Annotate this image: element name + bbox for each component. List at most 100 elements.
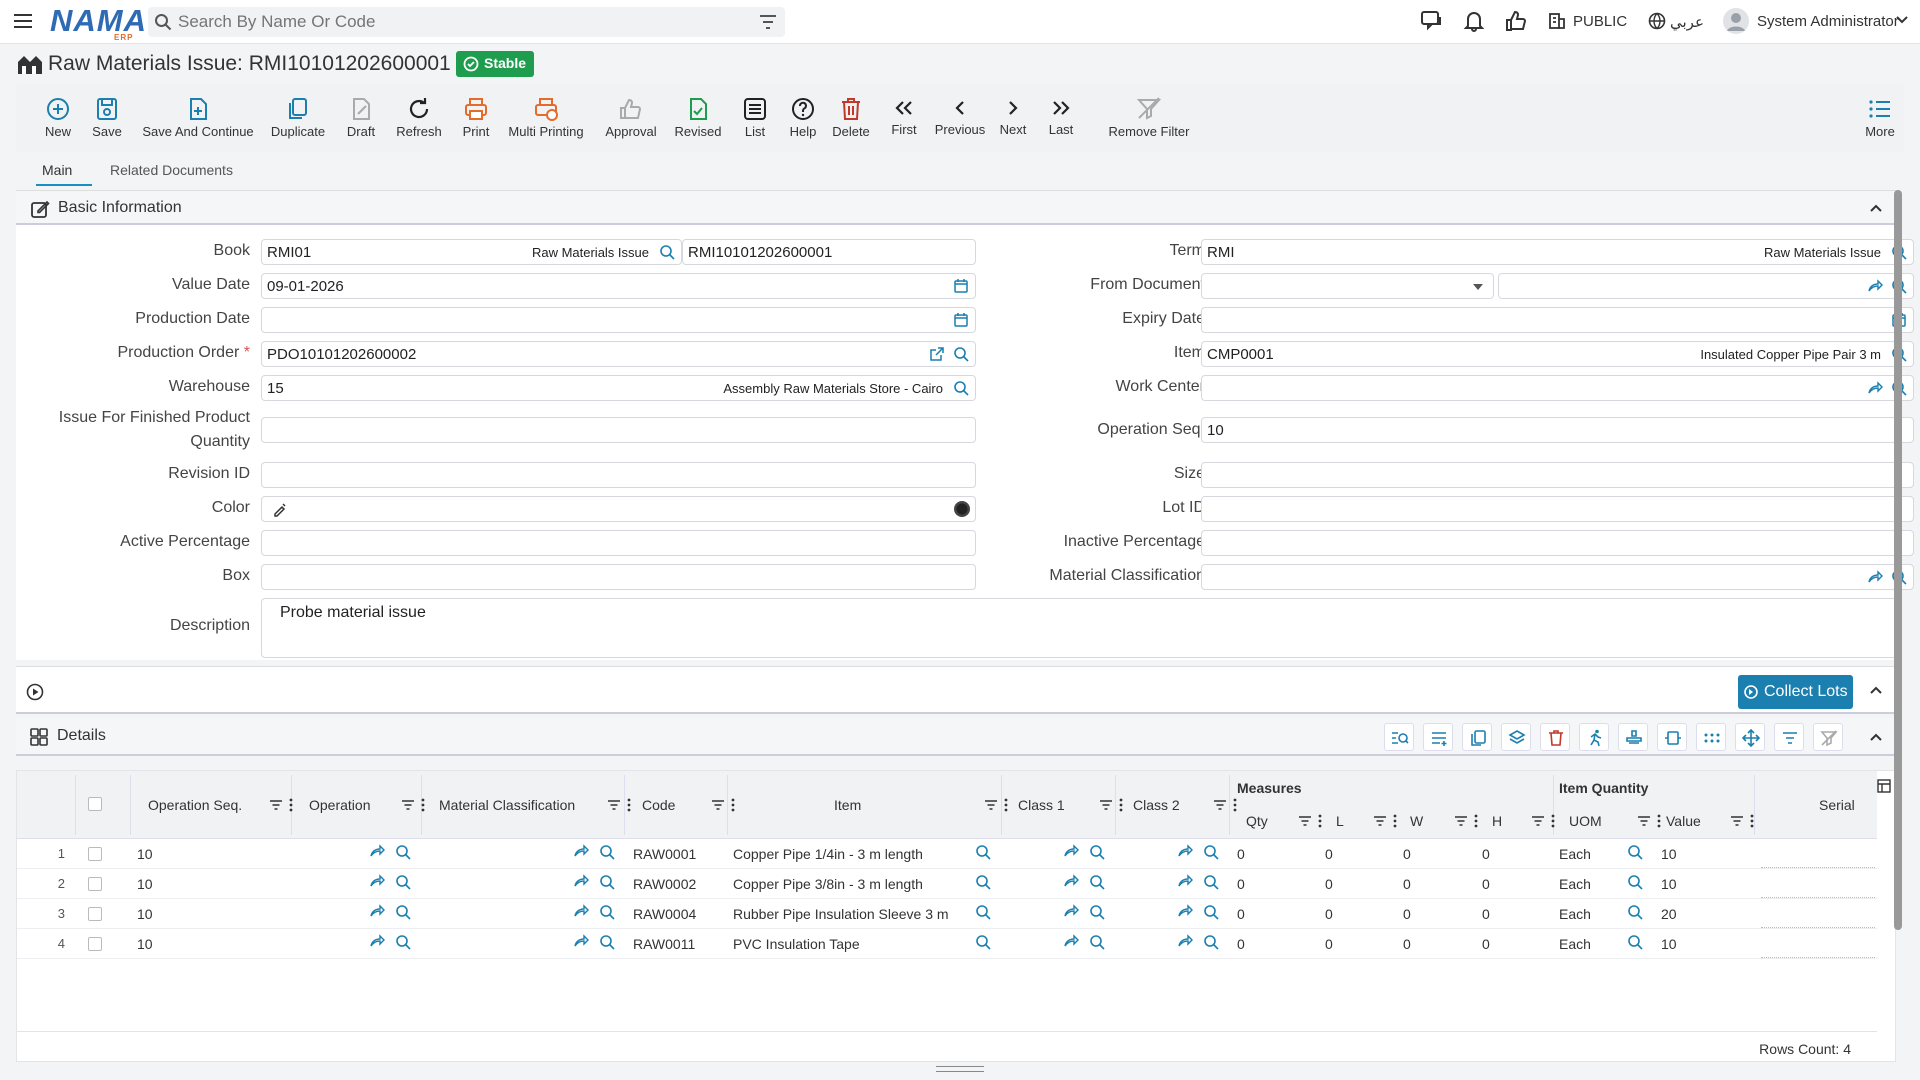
calendar-icon[interactable] [953, 278, 969, 294]
column-menu-icon[interactable] [1393, 814, 1397, 828]
col-operation-seq[interactable]: Operation Seq. [148, 797, 242, 813]
warehouse-field[interactable]: 15 Assembly Raw Materials Store - Cairo [261, 375, 976, 401]
item-field[interactable]: CMP0001 Insulated Copper Pipe Pair 3 m [1201, 341, 1914, 367]
work-center-field[interactable] [1201, 375, 1914, 401]
inactive-percentage-field[interactable] [1201, 530, 1914, 556]
row-checkbox[interactable] [88, 937, 102, 951]
table-row[interactable]: 1 10 RAW0001 Copper Pipe 1/4in - 3 m length… [17, 839, 1877, 869]
col-h[interactable]: H [1492, 813, 1502, 829]
multi-printing-button[interactable]: Multi Printing [496, 84, 596, 152]
lookup-icon[interactable] [599, 934, 615, 950]
tab-main[interactable]: Main [42, 162, 72, 178]
share-icon[interactable] [369, 904, 385, 918]
col-l[interactable]: L [1336, 813, 1344, 829]
bell-icon[interactable] [1463, 10, 1485, 32]
more-button[interactable]: More [1860, 84, 1900, 152]
table-row[interactable]: 4 10 RAW0011 PVC Insulation Tape 0 0 0 0 Each 10 [17, 929, 1877, 959]
collapse-icon[interactable] [1869, 685, 1883, 695]
col-operation[interactable]: Operation [309, 797, 370, 813]
col-w[interactable]: W [1410, 813, 1423, 829]
delete-button[interactable]: Delete [821, 84, 881, 152]
cell-serial[interactable] [1761, 957, 1875, 958]
collapse-icon[interactable] [1869, 732, 1883, 742]
lookup-icon[interactable] [975, 904, 991, 920]
production-order-field[interactable]: PDO10101202600002 [261, 341, 976, 367]
calendar-icon[interactable] [953, 312, 969, 328]
grid-expand-button[interactable] [1657, 723, 1687, 751]
resize-handle[interactable] [936, 1066, 984, 1072]
page-scrollbar[interactable] [1894, 190, 1902, 930]
search-input[interactable] [178, 11, 738, 33]
cell-serial[interactable] [1761, 927, 1875, 928]
user-name[interactable]: System Administrator [1757, 13, 1899, 30]
from-document-type-select[interactable] [1201, 273, 1494, 299]
save-button[interactable]: Save [77, 84, 137, 152]
column-filter-icon[interactable] [269, 799, 283, 811]
col-material-classification[interactable]: Material Classification [439, 797, 575, 813]
lookup-icon[interactable] [395, 904, 411, 920]
column-menu-icon[interactable] [1233, 798, 1237, 812]
app-logo[interactable]: NAMA ERP [50, 3, 147, 42]
language-switch[interactable]: عربي [1670, 13, 1704, 31]
refresh-button[interactable]: Refresh [384, 84, 454, 152]
share-icon[interactable] [1177, 934, 1193, 948]
col-class-2[interactable]: Class 2 [1133, 797, 1180, 813]
grid-run-button[interactable] [1579, 723, 1609, 751]
column-filter-icon[interactable] [1454, 815, 1468, 827]
select-all-checkbox[interactable] [88, 797, 102, 811]
grid-stamp-button[interactable] [1618, 723, 1648, 751]
lookup-icon[interactable] [1089, 844, 1105, 860]
lookup-icon[interactable] [953, 380, 969, 396]
open-external-icon[interactable] [929, 346, 945, 362]
grid-apps-button[interactable] [1696, 723, 1726, 751]
grid-layers-button[interactable] [1501, 723, 1531, 751]
last-button[interactable]: Last [1031, 84, 1091, 152]
active-percentage-field[interactable] [261, 530, 976, 556]
lookup-icon[interactable] [1627, 844, 1643, 860]
share-icon[interactable] [369, 934, 385, 948]
column-menu-icon[interactable] [1657, 814, 1661, 828]
from-document-field[interactable] [1498, 273, 1914, 299]
column-filter-icon[interactable] [1730, 815, 1744, 827]
avatar[interactable] [1723, 8, 1749, 34]
basic-information-header[interactable]: Basic Information [16, 191, 1896, 225]
lookup-icon[interactable] [599, 904, 615, 920]
lookup-icon[interactable] [395, 934, 411, 950]
column-filter-icon[interactable] [711, 799, 725, 811]
row-checkbox[interactable] [88, 877, 102, 891]
lookup-icon[interactable] [1089, 934, 1105, 950]
chevron-down-icon[interactable] [1895, 15, 1909, 25]
col-uom[interactable]: UOM [1569, 813, 1602, 829]
tab-related-documents[interactable]: Related Documents [110, 162, 233, 178]
col-item[interactable]: Item [834, 797, 861, 813]
duplicate-button[interactable]: Duplicate [253, 84, 343, 152]
operation-seq-field[interactable]: 10 [1201, 417, 1914, 443]
draft-button[interactable]: Draft [331, 84, 391, 152]
grid-move-button[interactable] [1735, 723, 1765, 751]
share-icon[interactable] [1177, 874, 1193, 888]
lookup-icon[interactable] [975, 874, 991, 890]
eyedropper-icon[interactable] [272, 501, 288, 517]
lookup-icon[interactable] [1203, 904, 1219, 920]
column-filter-icon[interactable] [984, 799, 998, 811]
global-search[interactable] [148, 7, 785, 37]
column-filter-icon[interactable] [1637, 815, 1651, 827]
share-icon[interactable] [369, 844, 385, 858]
material-classification-field[interactable] [1201, 564, 1914, 590]
table-row[interactable]: 2 10 RAW0002 Copper Pipe 3/8in - 3 m length… [17, 869, 1877, 899]
col-code[interactable]: Code [642, 797, 675, 813]
grid-remove-filter-button[interactable] [1813, 723, 1843, 751]
lookup-icon[interactable] [395, 844, 411, 860]
lookup-icon[interactable] [659, 244, 675, 260]
col-class-1[interactable]: Class 1 [1018, 797, 1065, 813]
column-filter-icon[interactable] [1213, 799, 1227, 811]
lookup-icon[interactable] [975, 844, 991, 860]
collapse-icon[interactable] [1869, 203, 1883, 213]
production-date-field[interactable] [261, 307, 976, 333]
lookup-icon[interactable] [1089, 874, 1105, 890]
cell-serial[interactable] [1761, 867, 1875, 868]
column-filter-icon[interactable] [401, 799, 415, 811]
share-icon[interactable] [1867, 569, 1883, 585]
lookup-icon[interactable] [953, 346, 969, 362]
color-swatch[interactable] [953, 500, 971, 518]
